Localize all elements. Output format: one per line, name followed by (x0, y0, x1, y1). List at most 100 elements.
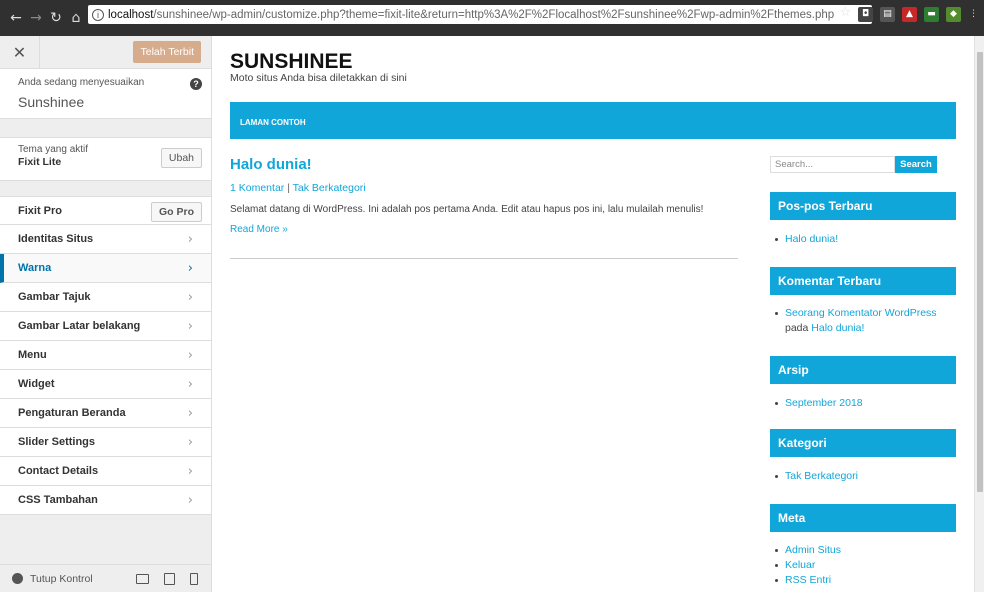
url-host: localhost (108, 8, 154, 21)
collapse-button[interactable]: Tutup Kontrol (30, 573, 93, 585)
section-label: CSS Tambahan (18, 494, 98, 506)
desktop-preview-icon[interactable] (136, 574, 149, 584)
archive-link[interactable]: September 2018 (785, 397, 863, 409)
section-label: Widget (18, 378, 55, 390)
back-arrow-icon[interactable]: ← (6, 10, 26, 26)
meta-rss-link[interactable]: RSS Entri (785, 574, 831, 586)
chevron-right-icon: › (187, 376, 193, 392)
section-label: Slider Settings (18, 436, 96, 448)
leaf-extension-icon[interactable]: ◆ (946, 7, 961, 22)
chevron-right-icon: › (187, 318, 193, 334)
green-extension-icon[interactable]: ▬ (924, 7, 939, 22)
chevron-right-icon: › (187, 289, 193, 305)
go-pro-button[interactable]: Go Pro (150, 202, 202, 222)
customizing-info: Anda sedang menyesuaikan Sunshinee ? (0, 69, 211, 119)
list-item: RSS Entri (774, 573, 841, 588)
close-icon[interactable]: ✕ (0, 35, 40, 69)
read-more-link[interactable]: Read More » (230, 224, 288, 235)
site-name: Sunshinee (18, 94, 85, 110)
post-divider (230, 258, 738, 259)
preview-scrollbar[interactable] (974, 36, 984, 592)
section-label: Contact Details (18, 465, 99, 477)
meta-logout-link[interactable]: Keluar (785, 559, 815, 571)
mobile-preview-icon[interactable] (190, 573, 198, 585)
red-extension-icon[interactable]: ▲ (902, 7, 917, 22)
info-icon[interactable]: i (92, 8, 104, 21)
category-link[interactable]: Tak Berkategori (293, 182, 366, 194)
comment-post-link[interactable]: Halo dunia! (811, 322, 864, 334)
meta-admin-link[interactable]: Admin Situs (785, 544, 841, 556)
customizer-footer: Tutup Kontrol (0, 564, 211, 592)
post-meta: 1 Komentar | Tak Berkategori (230, 182, 366, 194)
section-warna[interactable]: Warna › (0, 254, 211, 283)
section-label: Identitas Situs (18, 233, 94, 245)
browser-toolbar: ← → ↻ ⌂ i localhost/sunshinee/wp-admin/c… (0, 0, 984, 36)
customizing-label: Anda sedang menyesuaikan (18, 77, 145, 88)
category-widget-link[interactable]: Tak Berkategori (785, 470, 858, 482)
post-excerpt: Selamat datang di WordPress. Ini adalah … (230, 204, 704, 215)
section-identitas-situs[interactable]: Identitas Situs › (0, 225, 211, 254)
search-input[interactable]: Search... (770, 156, 895, 173)
star-icon[interactable]: ☆ (838, 5, 853, 20)
archives-list: September 2018 (774, 396, 863, 411)
section-pengaturan-beranda[interactable]: Pengaturan Beranda › (0, 399, 211, 428)
change-theme-button[interactable]: Ubah (160, 148, 202, 168)
customizer-header: ✕ Telah Terbit (0, 35, 211, 69)
section-widget[interactable]: Widget › (0, 370, 211, 399)
widget-title-archives: Arsip (770, 356, 956, 384)
post-title[interactable]: Halo dunia! (230, 156, 312, 173)
menu-dots-icon[interactable]: ⋮ (966, 7, 981, 22)
address-bar[interactable]: i localhost/sunshinee/wp-admin/customize… (88, 5, 872, 24)
section-gambar-latar-belakang[interactable]: Gambar Latar belakang › (0, 312, 211, 341)
home-icon[interactable]: ⌂ (66, 10, 86, 26)
section-label: Gambar Latar belakang (18, 320, 141, 332)
section-label: Gambar Tajuk (18, 291, 91, 303)
section-menu[interactable]: Menu › (0, 341, 211, 370)
fixit-pro-section: Fixit Pro Go Pro (0, 196, 211, 225)
published-button[interactable]: Telah Terbit (133, 41, 201, 63)
tablet-preview-icon[interactable] (164, 573, 175, 585)
customizer-sidebar: ✕ Telah Terbit Anda sedang menyesuaikan … (0, 35, 212, 592)
list-item: Admin Situs (774, 543, 841, 558)
section-label: Warna (18, 262, 52, 274)
section-contact-details[interactable]: Contact Details › (0, 457, 211, 486)
comments-link[interactable]: 1 Komentar (230, 182, 284, 194)
section-label: Menu (18, 349, 47, 361)
active-theme-box: Tema yang aktif Fixit Lite Ubah (0, 137, 211, 181)
help-icon[interactable]: ? (190, 78, 202, 90)
site-tagline: Moto situs Anda bisa diletakkan di sini (230, 72, 407, 84)
chevron-right-icon: › (187, 260, 193, 276)
comment-author-link[interactable]: Seorang Komentator WordPress (785, 307, 937, 319)
widget-title-categories: Kategori (770, 429, 956, 457)
list-item: September 2018 (774, 396, 863, 411)
collapse-icon[interactable] (12, 573, 23, 584)
recent-comments-list: Seorang Komentator WordPress pada Halo du… (774, 306, 937, 336)
list-item: Seorang Komentator WordPress pada Halo du… (774, 306, 937, 336)
chevron-right-icon: › (187, 492, 193, 508)
categories-list: Tak Berkategori (774, 469, 858, 484)
nav-link-sample-page[interactable]: LAMAN CONTOH (240, 118, 306, 127)
recent-posts-list: Halo dunia! (774, 232, 838, 247)
camera-extension-icon[interactable]: ◘ (858, 7, 873, 22)
reload-icon[interactable]: ↻ (46, 10, 66, 26)
widget-title-recent-posts: Pos-pos Terbaru (770, 192, 956, 220)
search-button[interactable]: Search (895, 156, 937, 173)
section-label: Pengaturan Beranda (18, 407, 126, 419)
widget-title-recent-comments: Komentar Terbaru (770, 267, 956, 295)
comment-on-label: pada (785, 322, 809, 334)
printer-extension-icon[interactable]: ▤ (880, 7, 895, 22)
site-title[interactable]: SUNSHINEE (230, 50, 353, 74)
meta-separator: | (287, 182, 290, 194)
scrollbar-thumb[interactable] (977, 52, 983, 492)
recent-post-link[interactable]: Halo dunia! (785, 233, 838, 245)
site-preview: SUNSHINEE Moto situs Anda bisa diletakka… (212, 36, 974, 592)
meta-list: Admin Situs Keluar RSS Entri (774, 543, 841, 588)
list-item: Tak Berkategori (774, 469, 858, 484)
forward-arrow-icon[interactable]: → (26, 10, 46, 26)
chevron-right-icon: › (187, 434, 193, 450)
main-navigation: LAMAN CONTOH (230, 102, 956, 139)
section-gambar-tajuk[interactable]: Gambar Tajuk › (0, 283, 211, 312)
chevron-right-icon: › (187, 463, 193, 479)
section-slider-settings[interactable]: Slider Settings › (0, 428, 211, 457)
section-css-tambahan[interactable]: CSS Tambahan › (0, 486, 211, 515)
